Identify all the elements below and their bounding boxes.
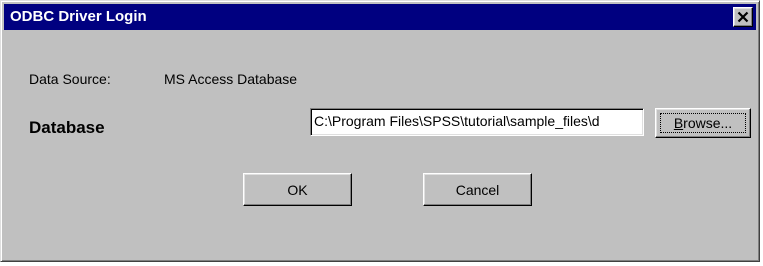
browse-button[interactable]: Browse... [655, 108, 751, 138]
close-icon [737, 11, 749, 23]
database-path-input[interactable]: C:\Program Files\SPSS\tutorial\sample_fi… [310, 108, 644, 136]
ok-button[interactable]: OK [243, 173, 352, 206]
cancel-button[interactable]: Cancel [423, 173, 532, 206]
dialog-title: ODBC Driver Login [10, 8, 147, 25]
focus-rectangle [660, 113, 746, 133]
data-source-value: MS Access Database [164, 71, 298, 87]
title-bar[interactable]: ODBC Driver Login [4, 4, 756, 30]
close-button[interactable] [733, 7, 753, 27]
database-label: Database [29, 118, 105, 137]
data-source-label: Data Source: [29, 71, 111, 87]
odbc-login-dialog: ODBC Driver Login Data Source: MS Access… [0, 0, 760, 262]
